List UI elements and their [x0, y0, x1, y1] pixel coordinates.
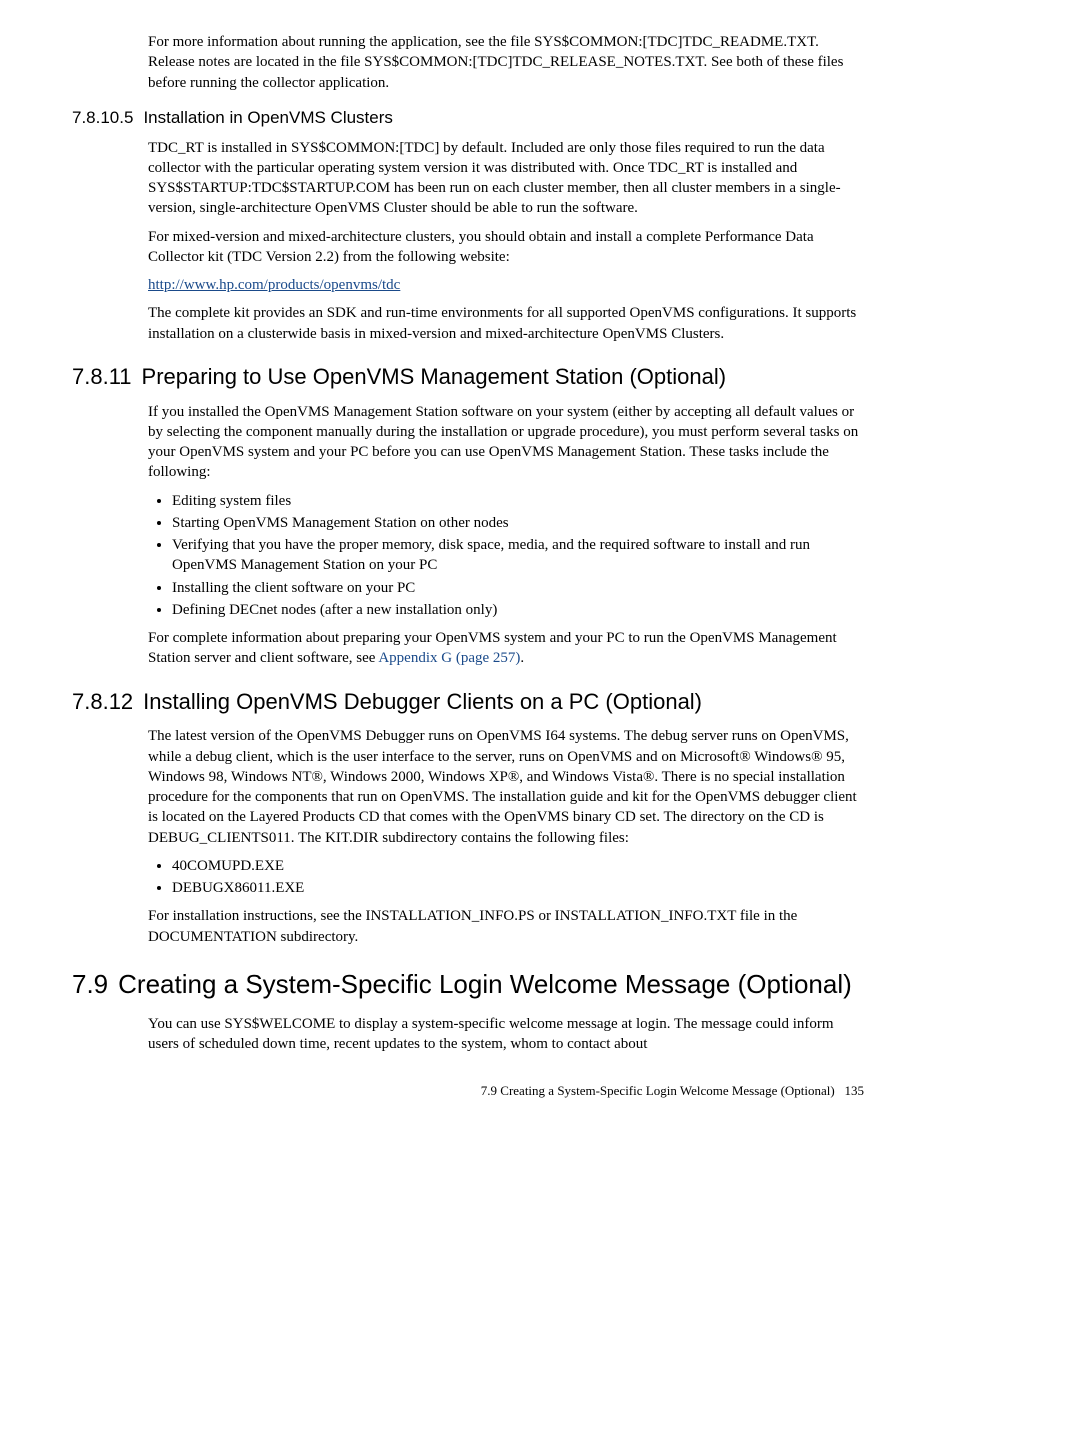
body-paragraph: The complete kit provides an SDK and run…: [148, 303, 864, 344]
heading-number: 7.8.12: [72, 687, 133, 717]
heading-7-8-10-5: 7.8.10.5 Installation in OpenVMS Clusters: [72, 107, 864, 130]
body-paragraph: The latest version of the OpenVMS Debugg…: [148, 726, 864, 848]
list-item: Installing the client software on your P…: [172, 578, 864, 598]
body-paragraph: You can use SYS$WELCOME to display a sys…: [148, 1014, 864, 1055]
heading-number: 7.8.11: [72, 362, 132, 392]
body-paragraph: If you installed the OpenVMS Management …: [148, 402, 864, 483]
heading-number: 7.8.10.5: [72, 107, 133, 130]
page-footer: 7.9 Creating a System-Specific Login Wel…: [72, 1082, 864, 1100]
bullet-list: 40COMUPD.EXE DEBUGX86011.EXE: [72, 856, 864, 899]
heading-7-8-11: 7.8.11 Preparing to Use OpenVMS Managemen…: [72, 362, 864, 392]
text-run: .: [520, 650, 524, 666]
appendix-g-xref[interactable]: Appendix G (page 257): [378, 650, 520, 666]
heading-7-9: 7.9 Creating a System-Specific Login Welc…: [72, 967, 864, 1002]
footer-section-title: 7.9 Creating a System-Specific Login Wel…: [481, 1083, 835, 1098]
body-paragraph: TDC_RT is installed in SYS$COMMON:[TDC] …: [148, 138, 864, 219]
list-item: Starting OpenVMS Management Station on o…: [172, 513, 864, 533]
list-item: 40COMUPD.EXE: [172, 856, 864, 876]
body-paragraph: For complete information about preparing…: [148, 628, 864, 669]
intro-paragraph: For more information about running the a…: [148, 32, 864, 93]
bullet-list: Editing system files Starting OpenVMS Ma…: [72, 491, 864, 621]
list-item: DEBUGX86011.EXE: [172, 878, 864, 898]
footer-page-number: 135: [845, 1083, 865, 1098]
heading-title: Preparing to Use OpenVMS Management Stat…: [142, 364, 727, 389]
heading-number: 7.9: [72, 967, 108, 1002]
heading-title: Creating a System-Specific Login Welcome…: [118, 969, 852, 999]
body-paragraph: For installation instructions, see the I…: [148, 906, 864, 947]
list-item: Defining DECnet nodes (after a new insta…: [172, 600, 864, 620]
list-item: Editing system files: [172, 491, 864, 511]
heading-title: Installing OpenVMS Debugger Clients on a…: [143, 689, 702, 714]
list-item: Verifying that you have the proper memor…: [172, 535, 864, 576]
tdc-website-link[interactable]: http://www.hp.com/products/openvms/tdc: [148, 277, 400, 293]
body-paragraph: For mixed-version and mixed-architecture…: [148, 227, 864, 268]
link-paragraph: http://www.hp.com/products/openvms/tdc: [148, 275, 864, 295]
heading-7-8-12: 7.8.12 Installing OpenVMS Debugger Client…: [72, 687, 864, 717]
heading-title: Installation in OpenVMS Clusters: [143, 108, 392, 127]
